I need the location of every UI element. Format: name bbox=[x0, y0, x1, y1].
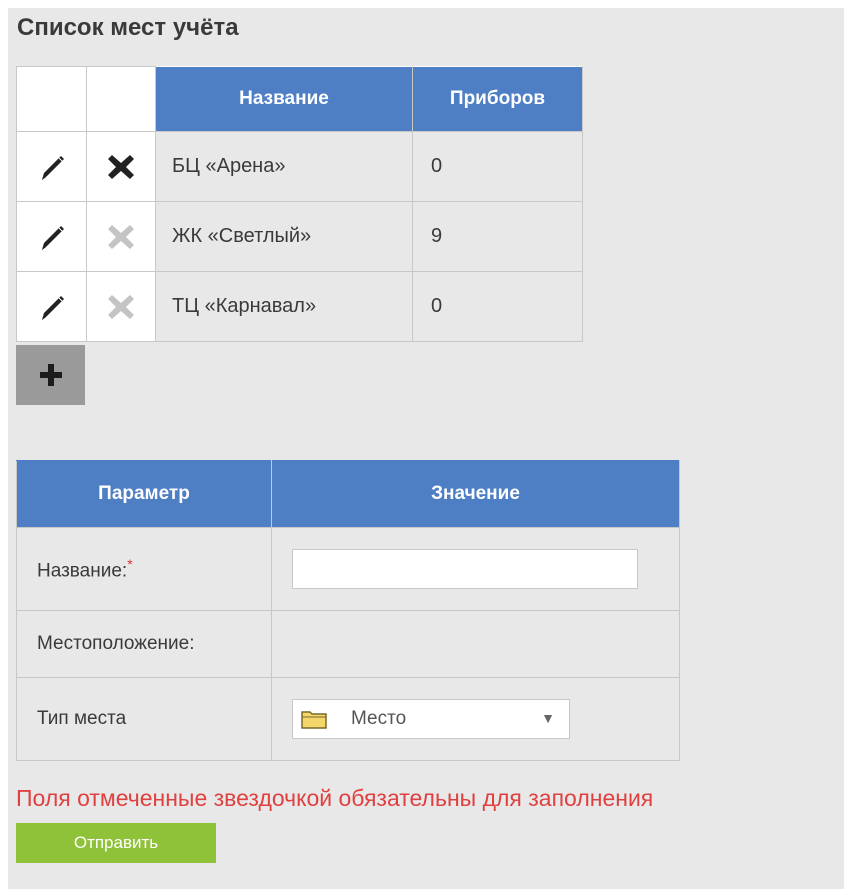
row-count: 9 bbox=[412, 201, 583, 272]
name-label: Название:* bbox=[16, 527, 272, 611]
required-star: * bbox=[127, 555, 133, 572]
name-value-cell bbox=[271, 527, 680, 611]
header-edit bbox=[16, 66, 87, 132]
type-label: Тип места bbox=[16, 677, 272, 761]
form-row-name: Название:* bbox=[16, 527, 680, 611]
table-row: ЖК «Светлый» 9 bbox=[16, 201, 583, 272]
header-count[interactable]: Приборов bbox=[412, 66, 583, 132]
submit-button[interactable]: Отправить bbox=[16, 823, 216, 863]
add-place-button[interactable] bbox=[16, 345, 85, 405]
delete-x-icon-disabled bbox=[101, 287, 141, 327]
required-notice: Поля отмеченные звездочкой обязательны д… bbox=[16, 785, 654, 811]
page-title: Список мест учёта bbox=[17, 14, 239, 41]
name-label-text: Название: bbox=[37, 560, 128, 582]
place-type-select[interactable]: Место ▼ bbox=[292, 699, 570, 739]
edit-cell bbox=[16, 131, 87, 202]
row-name: ЖК «Светлый» bbox=[155, 201, 413, 272]
delete-cell bbox=[86, 201, 156, 272]
form-row-type: Тип места Место ▼ bbox=[16, 677, 680, 761]
pencil-icon[interactable] bbox=[32, 217, 72, 257]
edit-cell bbox=[16, 201, 87, 272]
chevron-down-icon: ▼ bbox=[541, 710, 555, 726]
row-count: 0 bbox=[412, 271, 583, 342]
header-parameter: Параметр bbox=[16, 460, 272, 528]
table-row: ТЦ «Карнавал» 0 bbox=[16, 271, 583, 342]
delete-x-icon-disabled bbox=[101, 217, 141, 257]
edit-cell bbox=[16, 271, 87, 342]
row-count: 0 bbox=[412, 131, 583, 202]
pencil-icon[interactable] bbox=[32, 287, 72, 327]
places-table: Название Приборов БЦ «Арена» 0 ЖК «Светл… bbox=[16, 66, 583, 342]
place-type-selected: Место bbox=[351, 708, 407, 729]
location-label: Местоположение: bbox=[16, 610, 272, 678]
delete-x-icon[interactable] bbox=[101, 147, 141, 187]
table-header-row: Название Приборов bbox=[16, 66, 583, 132]
form-row-location: Местоположение: bbox=[16, 610, 680, 678]
place-form: Параметр Значение Название:* Местоположе… bbox=[16, 460, 680, 761]
name-input[interactable] bbox=[292, 549, 638, 589]
type-value-cell: Место ▼ bbox=[271, 677, 680, 761]
row-name: ТЦ «Карнавал» bbox=[155, 271, 413, 342]
header-delete bbox=[86, 66, 156, 132]
delete-cell bbox=[86, 271, 156, 342]
folder-icon bbox=[301, 711, 327, 729]
pencil-icon[interactable] bbox=[32, 147, 72, 187]
form-header-row: Параметр Значение bbox=[16, 460, 680, 528]
header-value: Значение bbox=[271, 460, 680, 528]
table-row: БЦ «Арена» 0 bbox=[16, 131, 583, 202]
header-name[interactable]: Название bbox=[155, 66, 413, 132]
location-value-cell bbox=[271, 610, 680, 678]
plus-icon bbox=[39, 364, 62, 386]
row-name: БЦ «Арена» bbox=[155, 131, 413, 202]
delete-cell bbox=[86, 131, 156, 202]
